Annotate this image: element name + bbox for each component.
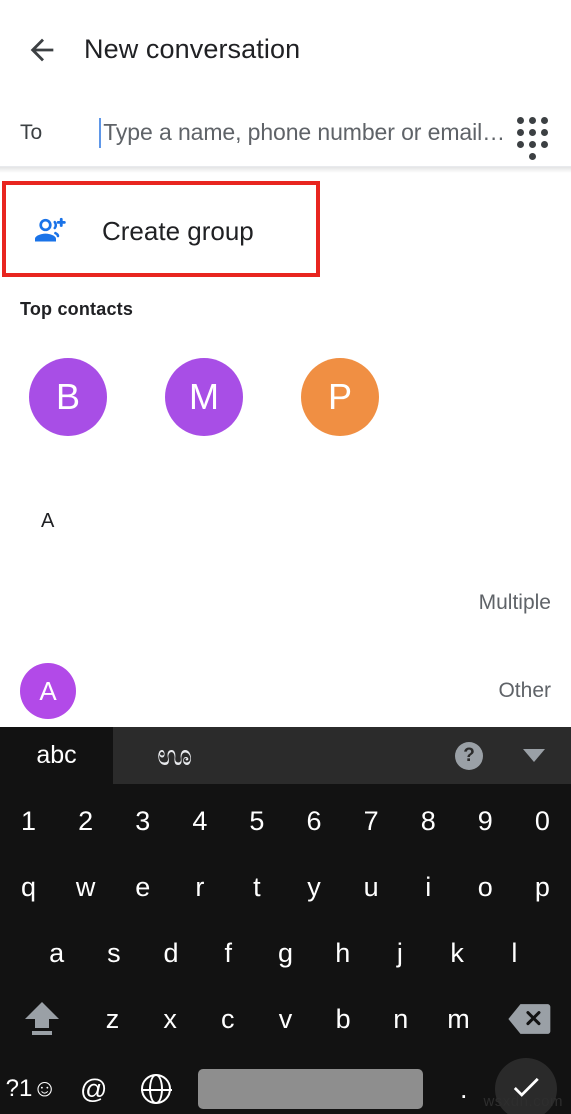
key-5[interactable]: 5 — [228, 788, 285, 854]
triangle-down-glyph — [523, 749, 545, 762]
top-contact-item[interactable]: B — [0, 358, 136, 436]
key-1[interactable]: 1 — [0, 788, 57, 854]
keyboard-row-home: a s d f g h j k l — [0, 920, 571, 986]
key-w[interactable]: w — [57, 854, 114, 920]
key-n[interactable]: n — [372, 986, 430, 1052]
back-button[interactable] — [14, 22, 70, 78]
keyboard-row-numbers: 1 2 3 4 5 6 7 8 9 0 — [0, 788, 571, 854]
avatar: B — [29, 358, 107, 436]
key-6[interactable]: 6 — [285, 788, 342, 854]
recipient-placeholder: Type a name, phone number or email… — [103, 119, 505, 145]
key-3[interactable]: 3 — [114, 788, 171, 854]
create-group-label: Create group — [102, 215, 254, 246]
keyboard-language-tab[interactable]: ಊ — [157, 740, 192, 771]
contact-text: Other — [96, 679, 571, 703]
group-add-icon — [20, 213, 80, 249]
contact-list-item[interactable]: A Other — [0, 648, 571, 727]
avatar: M — [165, 358, 243, 436]
create-group-row[interactable]: Create group — [0, 180, 571, 282]
chevron-down-icon[interactable] — [521, 743, 547, 769]
key-b[interactable]: b — [314, 986, 372, 1052]
key-9[interactable]: 9 — [457, 788, 514, 854]
key-v[interactable]: v — [257, 986, 315, 1052]
language-switch-key[interactable] — [125, 1052, 188, 1114]
enter-key[interactable] — [495, 1058, 557, 1114]
avatar: A — [20, 663, 76, 719]
key-z[interactable]: z — [84, 986, 142, 1052]
backspace-icon — [504, 1001, 554, 1037]
to-label: To — [20, 120, 43, 144]
keyboard-toolbar: abc ಊ ? — [0, 727, 571, 784]
contact-subtitle: Other — [498, 679, 551, 702]
app-screen: New conversation To Type a name, phone n… — [0, 0, 571, 727]
keyboard-tab-abc[interactable]: abc — [0, 727, 113, 784]
key-l[interactable]: l — [486, 920, 543, 986]
contact-subtitle: Multiple — [478, 591, 551, 614]
key-4[interactable]: 4 — [171, 788, 228, 854]
key-0[interactable]: 0 — [514, 788, 571, 854]
key-p[interactable]: p — [514, 854, 571, 920]
key-y[interactable]: y — [285, 854, 342, 920]
app-bar: New conversation — [0, 0, 571, 99]
key-i[interactable]: i — [400, 854, 457, 920]
top-contacts-title: Top contacts — [20, 299, 134, 319]
keyboard-rows: 1 2 3 4 5 6 7 8 9 0 q w e r t y u i o p … — [0, 784, 571, 1114]
keyboard-row-qwerty: q w e r t y u i o p — [0, 854, 571, 920]
key-u[interactable]: u — [343, 854, 400, 920]
recipient-input[interactable]: Type a name, phone number or email… — [99, 99, 505, 166]
shift-key[interactable] — [0, 986, 84, 1052]
on-screen-keyboard: abc ಊ ? 1 2 3 4 5 6 7 8 9 0 q w e r t y … — [0, 727, 571, 1114]
space-key[interactable] — [197, 1069, 423, 1109]
key-r[interactable]: r — [171, 854, 228, 920]
avatar-slot: A — [0, 663, 96, 719]
keyboard-row-bottom: ?1☺ @ . — [0, 1052, 571, 1114]
dialpad-button[interactable] — [505, 106, 559, 160]
top-contact-item[interactable]: P — [272, 358, 408, 436]
key-f[interactable]: f — [200, 920, 257, 986]
keyboard-row-shift: z x c v b n m — [0, 986, 571, 1052]
key-x[interactable]: x — [141, 986, 199, 1052]
key-7[interactable]: 7 — [343, 788, 400, 854]
top-contacts-list: B M P — [0, 352, 571, 442]
key-q[interactable]: q — [0, 854, 57, 920]
help-icon[interactable]: ? — [455, 741, 483, 770]
key-g[interactable]: g — [257, 920, 314, 986]
contact-text: Multiple — [96, 591, 571, 615]
header-divider-shadow — [0, 167, 571, 173]
key-j[interactable]: j — [371, 920, 428, 986]
key-2[interactable]: 2 — [57, 788, 114, 854]
globe-icon — [140, 1073, 172, 1105]
keyboard-toolbar-rest: ಊ ? — [113, 727, 571, 784]
contacts-section-header: A — [41, 510, 55, 532]
period-key[interactable]: . — [433, 1052, 496, 1114]
top-contact-item[interactable]: M — [136, 358, 272, 436]
key-s[interactable]: s — [85, 920, 142, 986]
contact-list-item[interactable]: Multiple — [0, 560, 571, 646]
symbols-key[interactable]: ?1☺ — [0, 1052, 63, 1114]
key-c[interactable]: c — [199, 986, 257, 1052]
arrow-back-icon — [25, 33, 59, 67]
key-h[interactable]: h — [314, 920, 371, 986]
key-o[interactable]: o — [457, 854, 514, 920]
key-a[interactable]: a — [28, 920, 85, 986]
recipient-row: To Type a name, phone number or email… — [0, 99, 571, 167]
key-d[interactable]: d — [142, 920, 199, 986]
key-e[interactable]: e — [114, 854, 171, 920]
key-t[interactable]: t — [228, 854, 285, 920]
key-m[interactable]: m — [430, 986, 488, 1052]
shift-icon — [24, 1002, 59, 1036]
dialpad-icon — [516, 117, 548, 160]
check-icon — [509, 1070, 543, 1109]
key-8[interactable]: 8 — [400, 788, 457, 854]
at-key[interactable]: @ — [63, 1052, 126, 1114]
symbols-key-label: ?1☺ — [5, 1075, 57, 1102]
key-k[interactable]: k — [429, 920, 486, 986]
page-title: New conversation — [84, 34, 301, 64]
backspace-key[interactable] — [487, 986, 571, 1052]
avatar: P — [301, 358, 379, 436]
